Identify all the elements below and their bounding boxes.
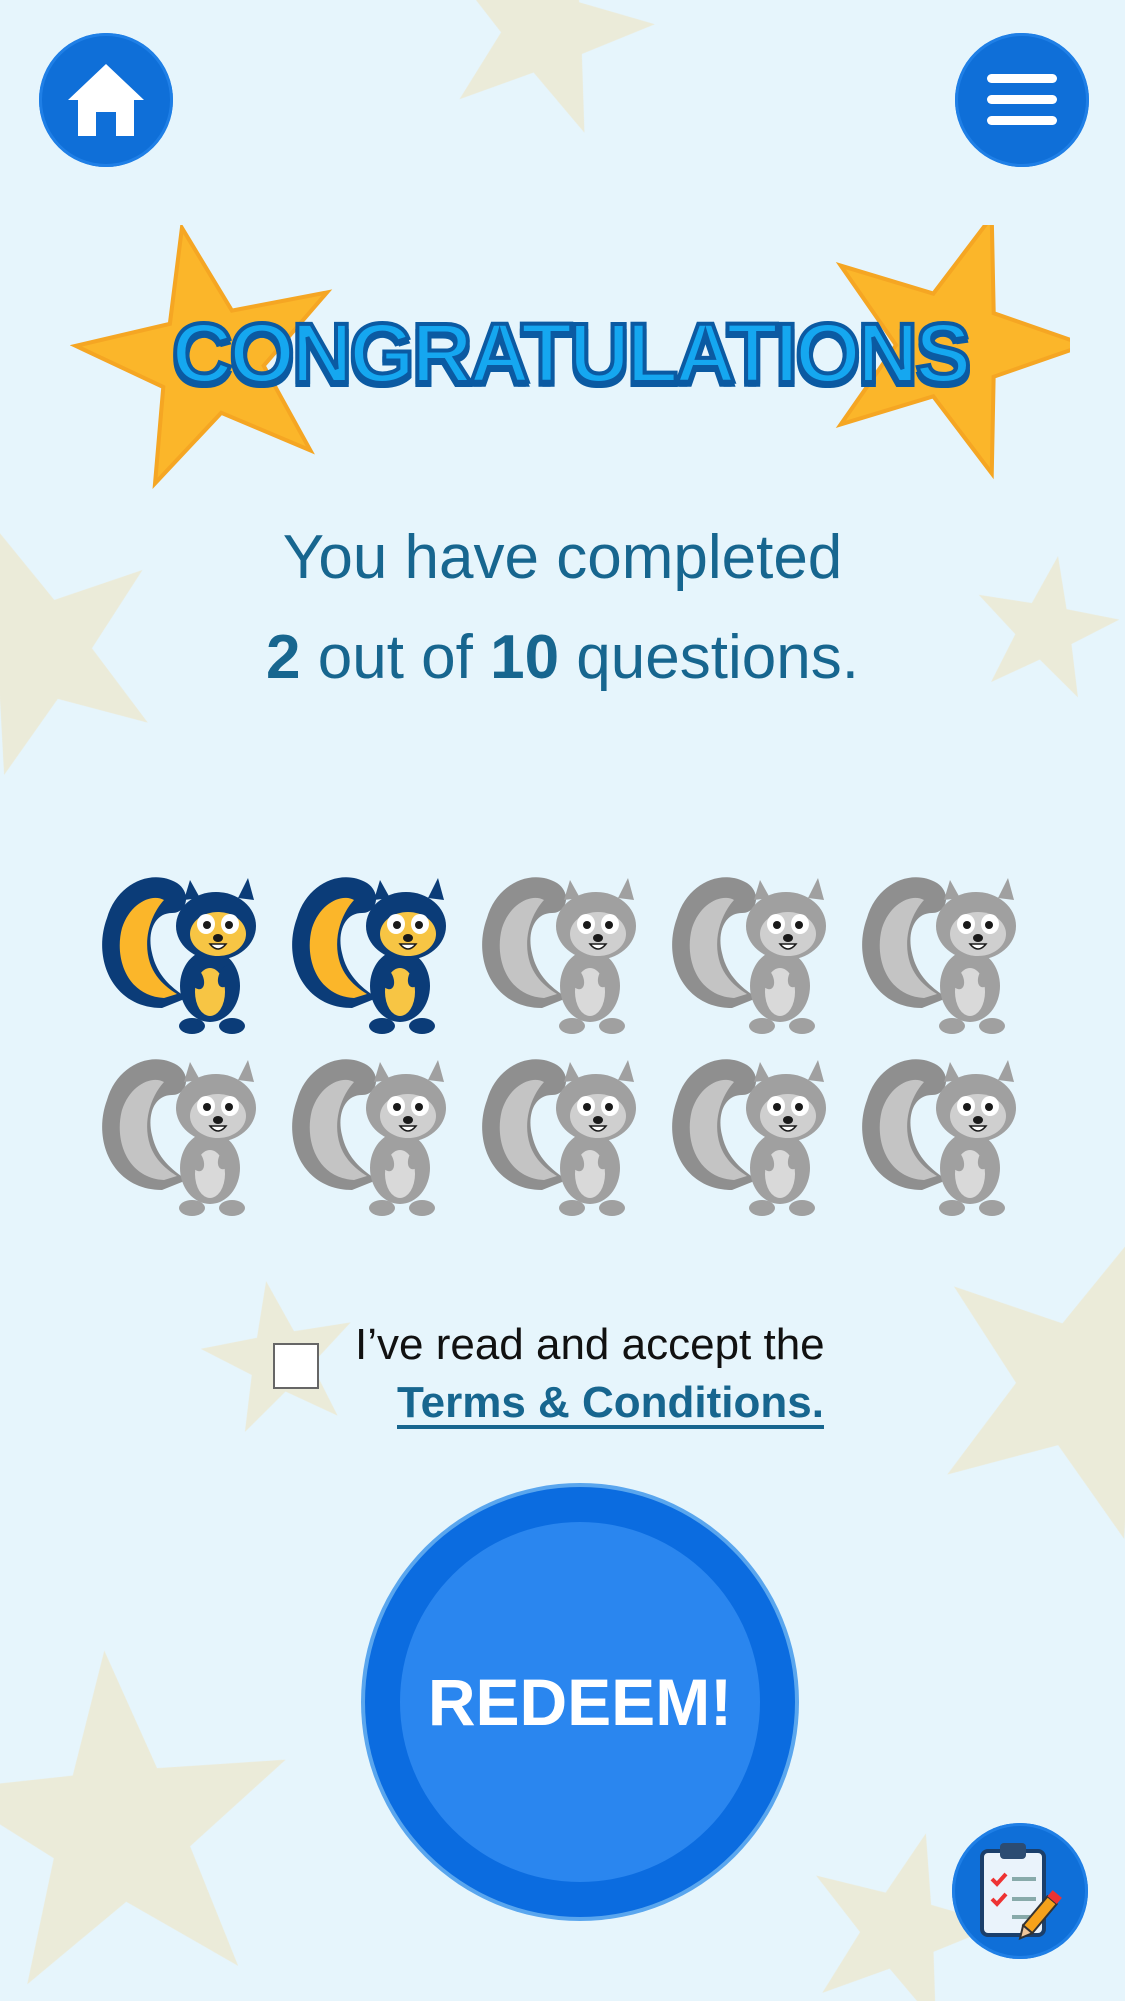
total-count: 10 <box>490 623 560 692</box>
redeem-label: REDEEM! <box>427 1665 733 1739</box>
squirrel-icon-complete <box>292 877 446 1034</box>
progress-text-line2: 2 out of 10 questions. <box>0 622 1125 693</box>
progress-middle: out of <box>300 623 491 692</box>
squirrel-icon-incomplete <box>482 877 636 1034</box>
terms-text: I’ve read and accept the <box>355 1320 825 1369</box>
squirrel-icon-incomplete <box>862 877 1016 1034</box>
progress-text-line1: You have completed <box>0 522 1125 593</box>
redeem-button-inner: REDEEM! <box>400 1522 760 1882</box>
hamburger-menu-icon <box>987 74 1057 125</box>
clipboard-checklist-icon <box>980 1843 1062 1941</box>
progress-suffix: questions. <box>559 623 859 692</box>
squirrel-icon-incomplete <box>482 1059 636 1216</box>
squirrel-icon-complete <box>102 877 256 1034</box>
redeem-button[interactable]: REDEEM! <box>365 1487 795 1917</box>
squirrel-icon-incomplete <box>672 877 826 1034</box>
clipboard-button[interactable] <box>952 1823 1088 1959</box>
squirrel-icon-incomplete <box>292 1059 446 1216</box>
squirrel-icon-incomplete <box>102 1059 256 1216</box>
terms-and-conditions-link[interactable]: Terms & Conditions. <box>397 1378 824 1428</box>
menu-button[interactable] <box>955 33 1089 167</box>
home-icon <box>68 64 144 136</box>
progress-prefix: You have completed <box>282 523 843 592</box>
completed-count: 2 <box>266 623 301 692</box>
congratulations-title: CONGRATULATIONS <box>170 304 973 402</box>
squirrel-icon-incomplete <box>862 1059 1016 1216</box>
squirrel-progress-grid <box>92 858 1042 1222</box>
squirrel-icon-incomplete <box>672 1059 826 1216</box>
congratulations-banner: CONGRATULATIONS <box>70 225 1070 495</box>
home-button[interactable] <box>39 33 173 167</box>
terms-checkbox[interactable] <box>273 1343 319 1389</box>
